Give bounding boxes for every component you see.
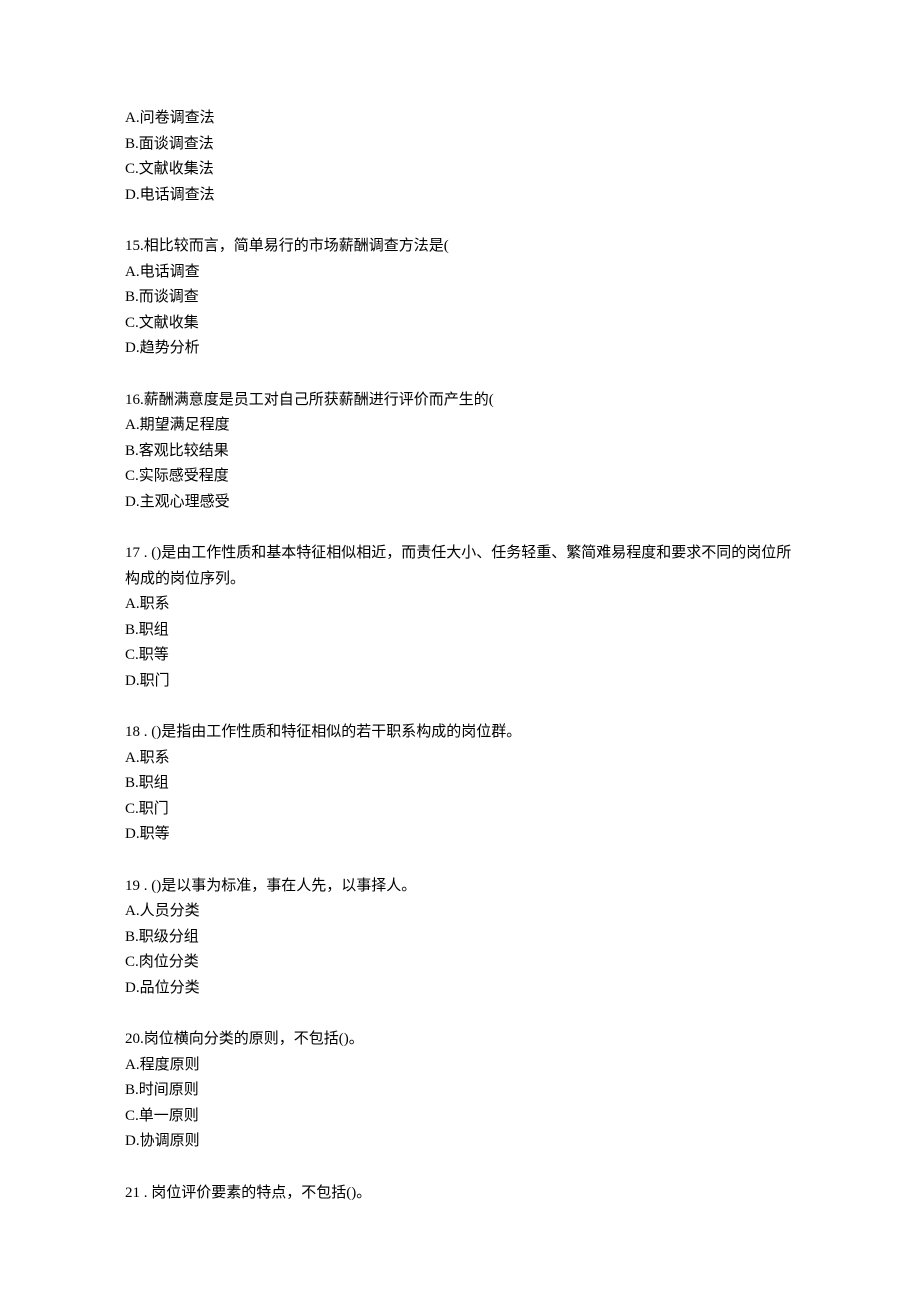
- text-line: A.电话调查: [125, 260, 795, 286]
- text-line: C.实际感受程度: [125, 464, 795, 490]
- text-line: B.职级分组: [125, 925, 795, 951]
- text-line: D.职门: [125, 669, 795, 695]
- question-block: A.问卷调查法B.面谈调查法C.文献收集法D.电话调查法: [125, 106, 795, 208]
- text-line: C.文献收集法: [125, 157, 795, 183]
- text-line: 18 . ()是指由工作性质和特征相似的若干职系构成的岗位群。: [125, 720, 795, 746]
- text-line: B.职组: [125, 771, 795, 797]
- text-line: B.职组: [125, 618, 795, 644]
- text-line: B.时间原则: [125, 1078, 795, 1104]
- text-line: D.职等: [125, 822, 795, 848]
- text-line: D.协调原则: [125, 1129, 795, 1155]
- text-line: 16.薪酬满意度是员工对自己所获薪酬进行评价而产生的(: [125, 388, 795, 414]
- text-line: C.文献收集: [125, 311, 795, 337]
- question-block: 19 . ()是以事为标准，事在人先，以事择人。A.人员分类B.职级分组C.肉位…: [125, 874, 795, 1002]
- text-line: A.问卷调查法: [125, 106, 795, 132]
- text-line: D.趋势分析: [125, 336, 795, 362]
- text-line: C.肉位分类: [125, 950, 795, 976]
- text-line: B.客观比较结果: [125, 439, 795, 465]
- question-block: 16.薪酬满意度是员工对自己所获薪酬进行评价而产生的(A.期望满足程度B.客观比…: [125, 388, 795, 516]
- question-block: 18 . ()是指由工作性质和特征相似的若干职系构成的岗位群。A.职系B.职组C…: [125, 720, 795, 848]
- question-block: 21 . 岗位评价要素的特点，不包括()。: [125, 1181, 795, 1207]
- text-line: A.职系: [125, 746, 795, 772]
- text-line: 20.岗位横向分类的原则，不包括()。: [125, 1027, 795, 1053]
- text-line: A.职系: [125, 592, 795, 618]
- text-line: D.主观心理感受: [125, 490, 795, 516]
- question-block: 20.岗位横向分类的原则，不包括()。A.程度原则B.时间原则C.单一原则D.协…: [125, 1027, 795, 1155]
- text-line: B.面谈调查法: [125, 132, 795, 158]
- text-line: A.人员分类: [125, 899, 795, 925]
- text-line: C.职门: [125, 797, 795, 823]
- text-line: C.职等: [125, 643, 795, 669]
- text-line: A.期望满足程度: [125, 413, 795, 439]
- question-block: 17 . ()是由工作性质和基本特征相似相近，而责任大小、任务轻重、繁简难易程度…: [125, 541, 795, 694]
- text-line: 15.相比较而言，简单易行的市场薪酬调查方法是(: [125, 234, 795, 260]
- text-line: B.而谈调查: [125, 285, 795, 311]
- text-line: 21 . 岗位评价要素的特点，不包括()。: [125, 1181, 795, 1207]
- text-line: D.电话调查法: [125, 183, 795, 209]
- text-line: 17 . ()是由工作性质和基本特征相似相近，而责任大小、任务轻重、繁简难易程度…: [125, 541, 795, 592]
- question-block: 15.相比较而言，简单易行的市场薪酬调查方法是(A.电话调查B.而谈调查C.文献…: [125, 234, 795, 362]
- text-line: C.单一原则: [125, 1104, 795, 1130]
- text-line: 19 . ()是以事为标准，事在人先，以事择人。: [125, 874, 795, 900]
- text-line: D.品位分类: [125, 976, 795, 1002]
- document-body: A.问卷调查法B.面谈调查法C.文献收集法D.电话调查法 15.相比较而言，简单易…: [125, 106, 920, 1206]
- text-line: A.程度原则: [125, 1053, 795, 1079]
